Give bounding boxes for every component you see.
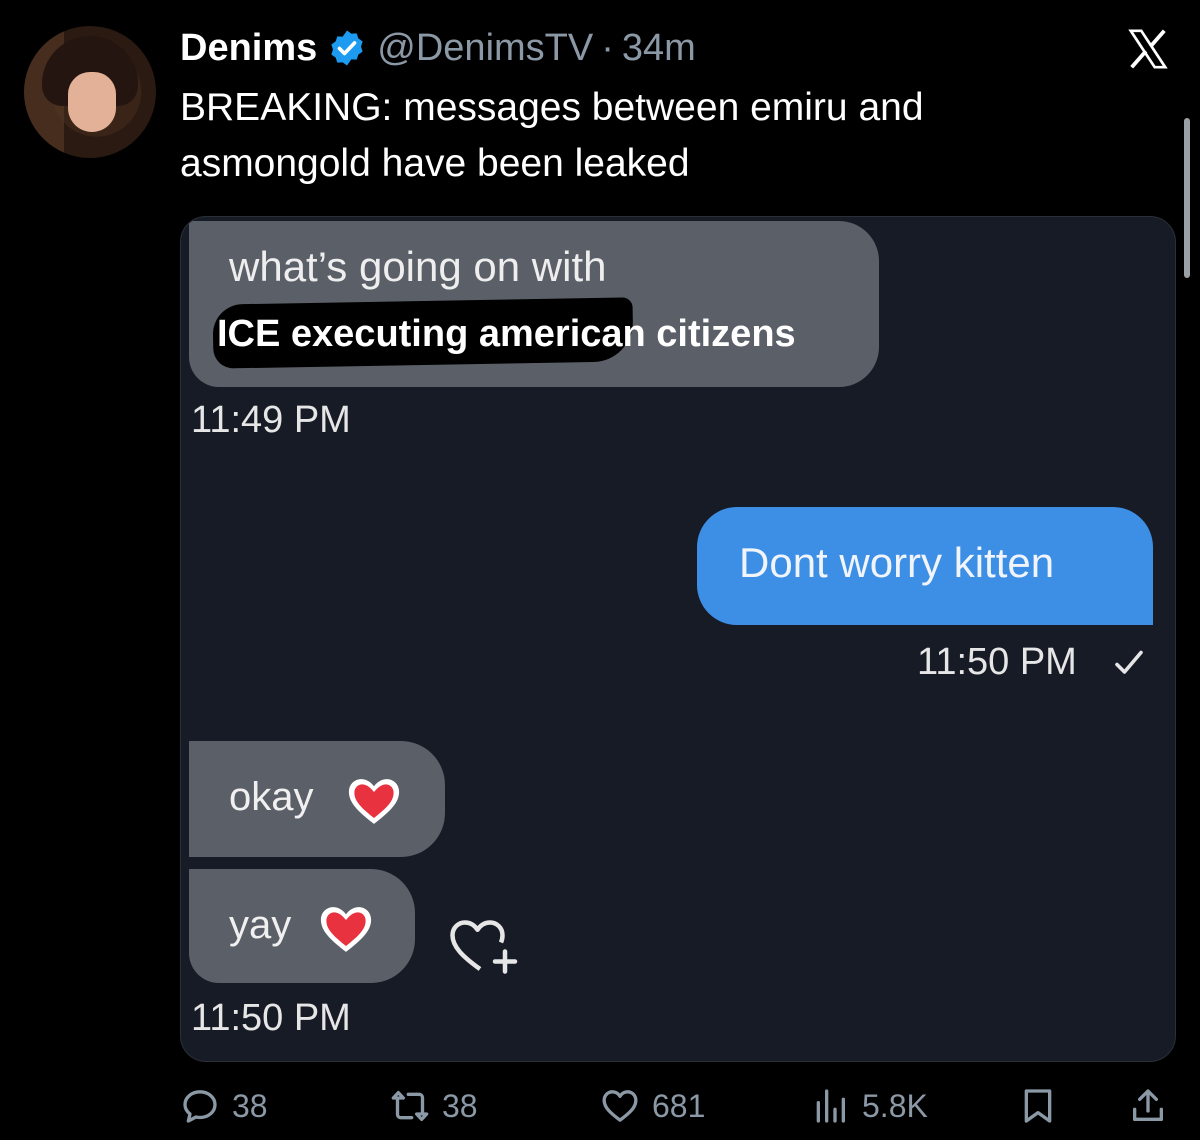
author-name[interactable]: Denims bbox=[180, 27, 317, 70]
repost-icon bbox=[391, 1091, 429, 1121]
heart-emoji-icon bbox=[320, 907, 372, 952]
message-yay-text: yay bbox=[229, 903, 292, 947]
share-button[interactable] bbox=[1128, 1086, 1168, 1126]
incoming-message-okay: okay bbox=[189, 741, 445, 857]
author-handle[interactable]: @DenimsTV bbox=[377, 27, 593, 70]
timestamp-1: 11:49 PM bbox=[191, 399, 351, 441]
outgoing-message-text: Dont worry kitten bbox=[739, 539, 1055, 586]
reply-icon bbox=[183, 1090, 217, 1123]
timestamp-3: 11:50 PM bbox=[191, 997, 351, 1039]
views-count: 5.8K bbox=[862, 1087, 928, 1124]
scrollbar[interactable] bbox=[1184, 118, 1190, 278]
read-check-icon bbox=[1115, 650, 1143, 674]
bookmark-icon bbox=[1024, 1089, 1052, 1123]
action-bar: 38 38 681 5.8K bbox=[180, 1086, 1180, 1136]
reply-count: 38 bbox=[232, 1087, 268, 1124]
x-logo-icon[interactable] bbox=[1124, 26, 1172, 72]
message-1-line-2: ICE executing american citizens bbox=[217, 313, 796, 355]
views-icon bbox=[816, 1089, 845, 1123]
repost-button[interactable]: 38 bbox=[390, 1086, 478, 1126]
views-button[interactable]: 5.8K bbox=[810, 1086, 928, 1126]
verified-icon bbox=[331, 30, 363, 66]
bookmark-button[interactable] bbox=[1018, 1086, 1058, 1126]
like-count: 681 bbox=[652, 1087, 706, 1124]
share-icon bbox=[1133, 1089, 1163, 1121]
heart-emoji-icon bbox=[348, 779, 400, 824]
tweet-time[interactable]: 34m bbox=[622, 27, 696, 70]
message-okay-text: okay bbox=[229, 775, 314, 819]
outgoing-message: Dont worry kitten bbox=[697, 507, 1153, 625]
tweet-text: BREAKING: messages between emiru and asm… bbox=[180, 86, 924, 185]
add-reaction-icon bbox=[450, 920, 518, 974]
like-icon bbox=[602, 1090, 638, 1122]
separator: · bbox=[601, 26, 614, 69]
tweet-media-image[interactable]: what’s going on with ICE executing ameri… bbox=[180, 216, 1176, 1062]
repost-count: 38 bbox=[442, 1087, 478, 1124]
timestamp-2: 11:50 PM bbox=[917, 641, 1077, 683]
tweet[interactable]: Denims @DenimsTV · 34m BREAKING: message… bbox=[0, 0, 1200, 1140]
message-1-line-1: what’s going on with bbox=[229, 243, 607, 290]
tweet-header: Denims @DenimsTV · 34m bbox=[180, 24, 696, 72]
reply-button[interactable]: 38 bbox=[180, 1086, 268, 1126]
incoming-message-1: what’s going on with ICE executing ameri… bbox=[189, 221, 879, 387]
incoming-message-yay: yay bbox=[189, 869, 415, 983]
like-button[interactable]: 681 bbox=[600, 1086, 705, 1126]
avatar[interactable] bbox=[24, 26, 156, 158]
